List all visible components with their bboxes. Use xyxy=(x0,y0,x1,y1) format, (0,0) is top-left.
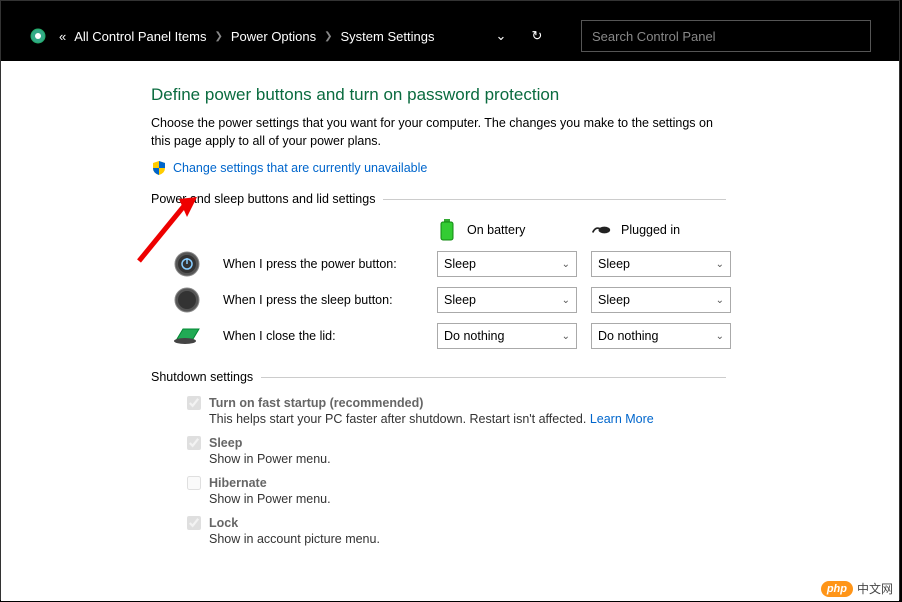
plug-icon xyxy=(591,218,611,242)
lock-checkbox xyxy=(187,516,201,530)
fast-startup-title: Turn on fast startup (recommended) xyxy=(209,396,423,410)
hibernate-title: Hibernate xyxy=(209,476,267,490)
lid-battery-dropdown[interactable]: Do nothing⌄ xyxy=(437,323,577,349)
change-settings-link[interactable]: Change settings that are currently unava… xyxy=(173,161,427,175)
sleep-checkbox xyxy=(187,436,201,450)
chevron-down-icon: ⌄ xyxy=(562,259,570,270)
learn-more-link[interactable]: Learn More xyxy=(590,412,654,426)
content-area: Define power buttons and turn on passwor… xyxy=(1,61,899,601)
fast-startup-sub: This helps start your PC faster after sh… xyxy=(209,412,899,426)
shutdown-settings-list: Turn on fast startup (recommended) This … xyxy=(187,396,899,546)
breadcrumb-prefix: « xyxy=(59,29,66,44)
hibernate-sub: Show in Power menu. xyxy=(209,492,899,506)
watermark: php 中文网 xyxy=(821,580,893,597)
lock-sub: Show in account picture menu. xyxy=(209,532,899,546)
refresh-icon[interactable]: ↻ xyxy=(525,28,549,44)
fast-startup-item: Turn on fast startup (recommended) This … xyxy=(187,396,899,426)
fast-startup-checkbox xyxy=(187,396,201,410)
power-button-label: When I press the power button: xyxy=(223,257,423,271)
sleep-item: Sleep Show in Power menu. xyxy=(187,436,899,466)
power-battery-dropdown[interactable]: Sleep⌄ xyxy=(437,251,577,277)
power-settings-table: On battery Plugged in When I press the p… xyxy=(173,218,899,350)
chevron-down-icon: ⌄ xyxy=(716,295,724,306)
lid-plugged-dropdown[interactable]: Do nothing⌄ xyxy=(591,323,731,349)
sleep-title: Sleep xyxy=(209,436,242,450)
lid-icon xyxy=(173,322,201,350)
column-header-battery: On battery xyxy=(437,218,577,242)
address-bar: « All Control Panel Items ❯ Power Option… xyxy=(1,11,899,61)
column-header-plugged: Plugged in xyxy=(591,218,731,242)
breadcrumb-item-all[interactable]: All Control Panel Items xyxy=(74,29,206,44)
breadcrumb: « All Control Panel Items ❯ Power Option… xyxy=(59,29,434,44)
breadcrumb-item-power[interactable]: Power Options xyxy=(231,29,316,44)
sleep-button-icon xyxy=(173,286,201,314)
sleep-button-label: When I press the sleep button: xyxy=(223,293,423,307)
chevron-down-icon: ⌄ xyxy=(716,331,724,342)
chevron-right-icon: ❯ xyxy=(324,31,332,42)
watermark-badge: php xyxy=(821,581,853,597)
window-frame: « All Control Panel Items ❯ Power Option… xyxy=(0,0,900,600)
lid-label: When I close the lid: xyxy=(223,329,423,343)
page-title: Define power buttons and turn on passwor… xyxy=(151,85,899,105)
lock-title: Lock xyxy=(209,516,238,530)
buttons-section-header: Power and sleep buttons and lid settings xyxy=(151,192,726,206)
sleep-battery-dropdown[interactable]: Sleep⌄ xyxy=(437,287,577,313)
power-plugged-dropdown[interactable]: Sleep⌄ xyxy=(591,251,731,277)
sleep-plugged-dropdown[interactable]: Sleep⌄ xyxy=(591,287,731,313)
chevron-down-icon: ⌄ xyxy=(562,295,570,306)
shutdown-section-header: Shutdown settings xyxy=(151,370,726,384)
power-button-icon xyxy=(173,250,201,278)
sleep-sub: Show in Power menu. xyxy=(209,452,899,466)
watermark-text: 中文网 xyxy=(857,580,893,597)
lock-item: Lock Show in account picture menu. xyxy=(187,516,899,546)
chevron-down-icon: ⌄ xyxy=(562,331,570,342)
chevron-down-icon: ⌄ xyxy=(716,259,724,270)
titlebar xyxy=(1,1,899,11)
control-panel-icon xyxy=(29,27,47,45)
page-description: Choose the power settings that you want … xyxy=(151,115,721,150)
chevron-right-icon: ❯ xyxy=(214,31,222,42)
breadcrumb-item-system[interactable]: System Settings xyxy=(341,29,435,44)
uac-shield-icon xyxy=(151,160,167,176)
history-dropdown-icon[interactable]: ⌄ xyxy=(489,28,513,44)
hibernate-item: Hibernate Show in Power menu. xyxy=(187,476,899,506)
change-settings-row: Change settings that are currently unava… xyxy=(151,160,899,176)
battery-icon xyxy=(437,218,457,242)
search-input[interactable] xyxy=(581,20,871,52)
hibernate-checkbox xyxy=(187,476,201,490)
